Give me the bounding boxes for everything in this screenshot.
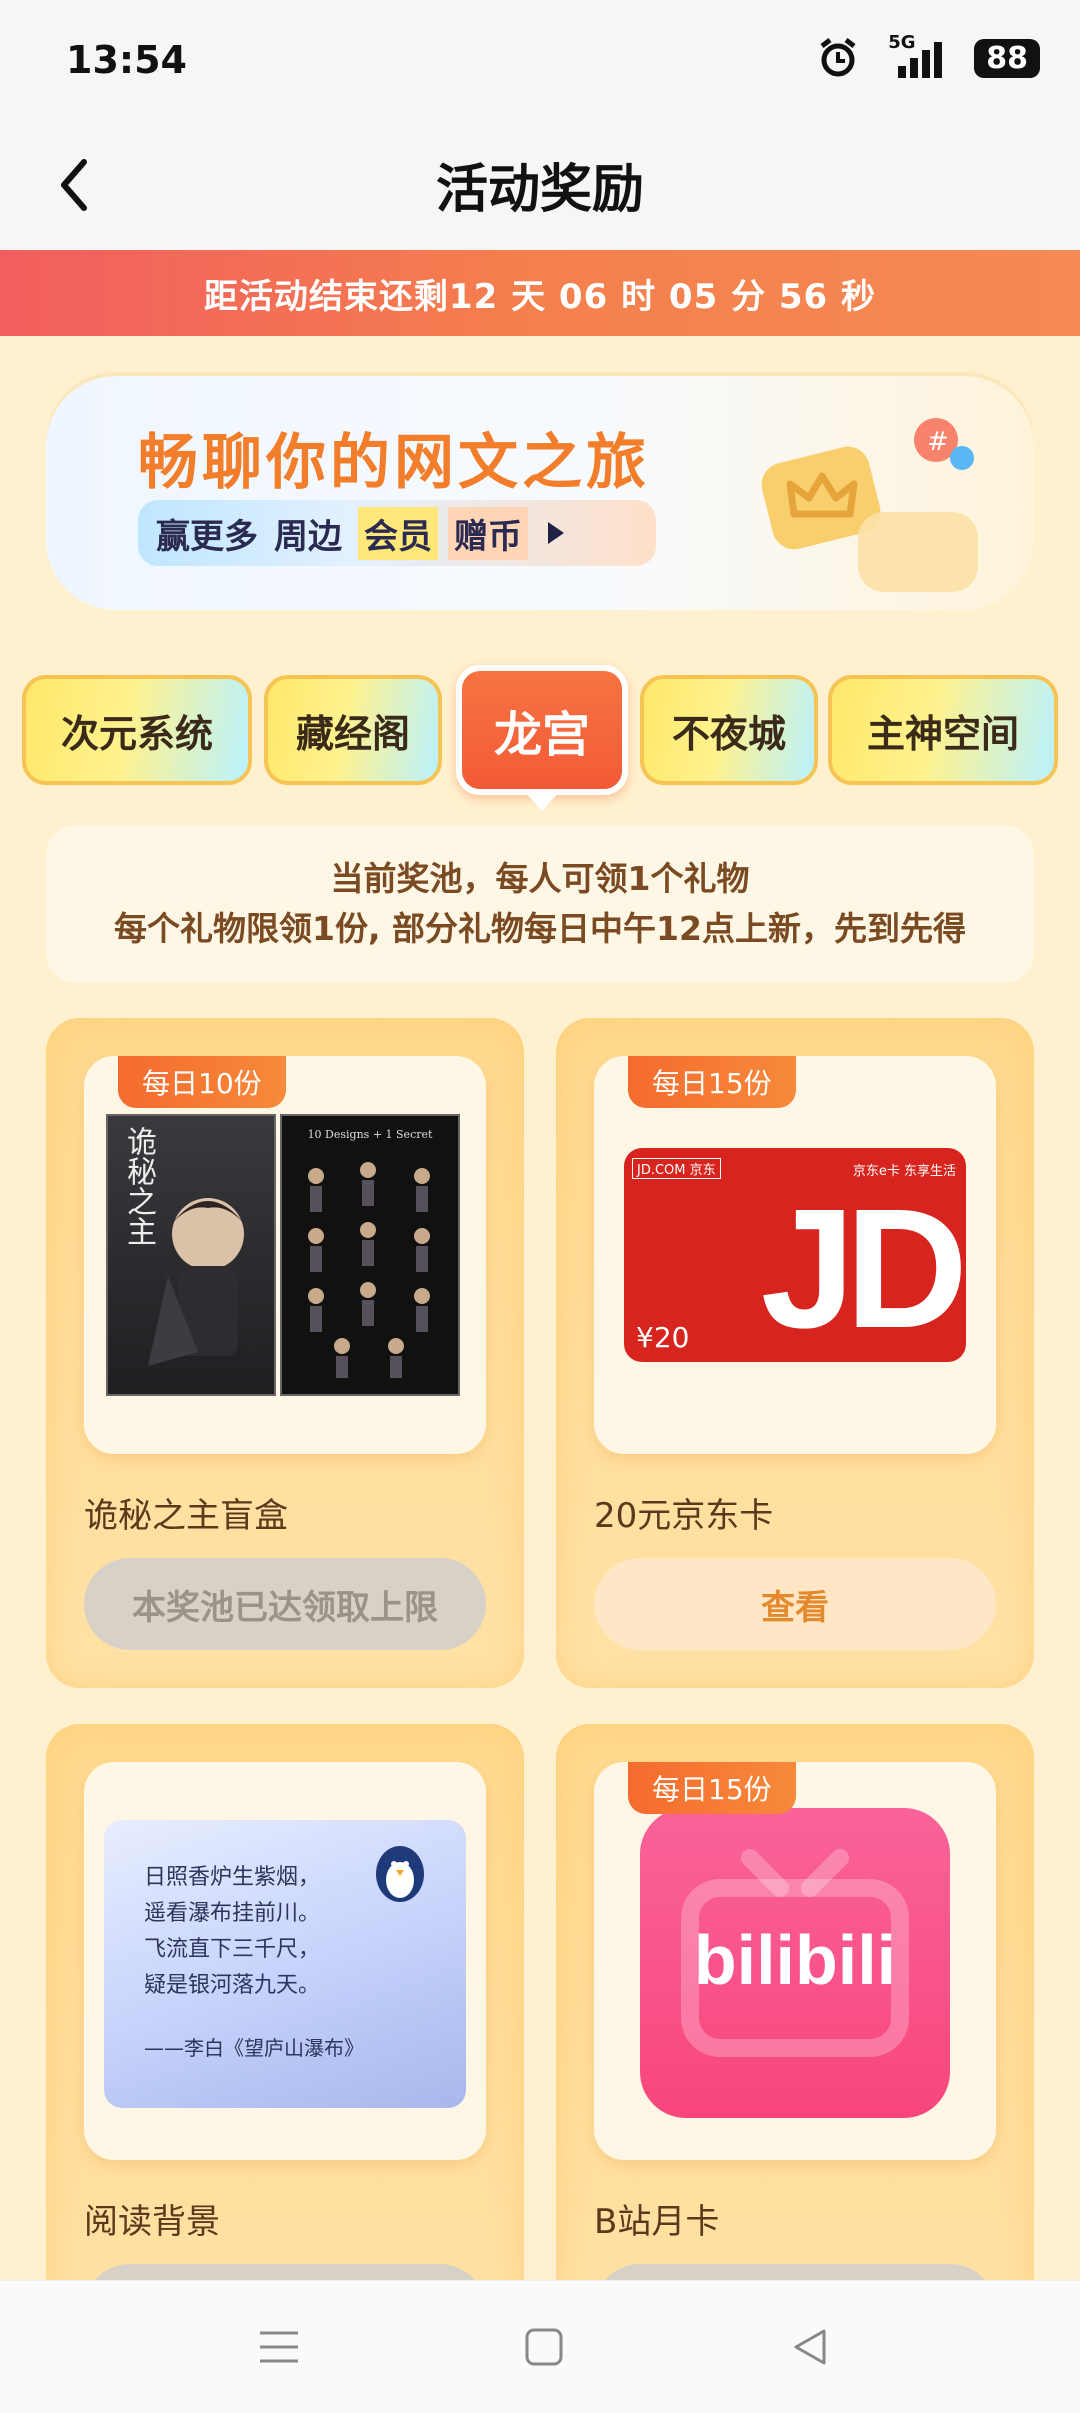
status-icons: 5G 88 bbox=[816, 32, 1040, 80]
notice-line-1: 当前奖池，每人可领1个礼物 bbox=[330, 859, 750, 898]
battery-indicator: 88 bbox=[974, 38, 1040, 78]
hashtag-sticker-icon: # bbox=[914, 418, 974, 470]
daily-quota-badge: 每日15份 bbox=[628, 1762, 796, 1814]
status-bar: 13:54 5G 88 bbox=[0, 0, 1080, 125]
gift-name: 阅读背景 bbox=[84, 2202, 220, 2242]
view-button[interactable]: 查看 bbox=[594, 1558, 996, 1650]
play-icon bbox=[548, 522, 564, 544]
bilibili-logo-text: bilibili bbox=[693, 1921, 897, 1999]
reward-pool-tabs: 次元系统 藏经阁 龙宫 不夜城 主神空间 bbox=[22, 665, 1062, 825]
chat-bubble-sticker-icon bbox=[858, 512, 978, 592]
gift-image: JD.COM 京东 京东e卡 东享生活 JD ¥20 bbox=[594, 1056, 996, 1454]
notice-line-2: 每个礼物限领1份, 部分礼物每日中午12点上新，先到先得 bbox=[114, 909, 966, 948]
gift-name: 20元京东卡 bbox=[594, 1496, 774, 1536]
svg-text:#: # bbox=[927, 427, 949, 457]
signal-icon: 5G bbox=[880, 32, 954, 80]
poem-background: 日照香炉生紫烟， 遥看瀑布挂前川。 飞流直下三千尺， 疑是银河落九天。 ——李白… bbox=[104, 1820, 466, 2108]
network-type: 5G bbox=[888, 32, 916, 53]
banner-tag-merch: 周边 bbox=[274, 516, 342, 557]
penguin-illustration bbox=[376, 1846, 424, 1902]
gift-image: 诡秘之主 10 Designs + 1 Secret bbox=[84, 1056, 486, 1454]
claim-limit-button[interactable]: 本奖池已达领取上限 bbox=[84, 1558, 486, 1650]
alarm-icon bbox=[820, 38, 856, 77]
figures-grid-illustration bbox=[308, 1162, 430, 1378]
gift-name: B站月卡 bbox=[594, 2202, 720, 2242]
top-app-bar: 活动奖励 bbox=[0, 125, 1080, 250]
home-icon[interactable] bbox=[524, 2327, 564, 2367]
poem-text: 日照香炉生紫烟， 遥看瀑布挂前川。 飞流直下三千尺， 疑是银河落九天。 bbox=[144, 1860, 320, 2004]
promo-banner[interactable]: 畅聊你的网文之旅 赢更多 周边 会员 赠币 # bbox=[46, 372, 1034, 610]
tab-cangjingge[interactable]: 藏经阁 bbox=[264, 675, 442, 785]
blind-box-front: 诡秘之主 bbox=[106, 1114, 276, 1396]
bilibili-logo: bilibili bbox=[640, 1808, 950, 2118]
poem-line-2: 遥看瀑布挂前川。 bbox=[144, 1901, 321, 1926]
pool-notice: 当前奖池，每人可领1个礼物 每个礼物限领1份, 部分礼物每日中午12点上新，先到… bbox=[46, 825, 1034, 983]
gift-card-blind-box[interactable]: 诡秘之主 10 Designs + 1 Secret 每日10份 诡秘之主盲盒 … bbox=[46, 1018, 524, 1688]
status-time: 13:54 bbox=[66, 38, 187, 82]
tab-longgong[interactable]: 龙宫 bbox=[456, 665, 628, 811]
figure-illustration bbox=[148, 1198, 246, 1366]
jd-card-value: ¥20 bbox=[636, 1321, 690, 1354]
tab-buyecheng[interactable]: 不夜城 bbox=[640, 675, 818, 785]
tab-zhushen-space[interactable]: 主神空间 bbox=[828, 675, 1058, 785]
gift-image: bilibili bbox=[594, 1762, 996, 2160]
daily-quota-badge: 每日15份 bbox=[628, 1056, 796, 1108]
gift-name: 诡秘之主盲盒 bbox=[84, 1496, 288, 1536]
banner-prefix: 赢更多 bbox=[156, 516, 258, 557]
daily-quota-badge: 每日10份 bbox=[118, 1056, 286, 1108]
banner-tag-vip: 会员 bbox=[358, 506, 438, 560]
menu-icon[interactable] bbox=[258, 2327, 300, 2367]
banner-subtitle: 赢更多 周边 会员 赠币 bbox=[138, 500, 656, 566]
jd-logo: JD bbox=[760, 1174, 966, 1362]
system-nav-bar bbox=[0, 2280, 1080, 2413]
jd-card: JD.COM 京东 京东e卡 东享生活 JD ¥20 bbox=[624, 1148, 966, 1362]
blind-box-caption: 10 Designs + 1 Secret bbox=[307, 1128, 433, 1141]
poem-line-3: 飞流直下三千尺， bbox=[144, 1937, 321, 1962]
blind-box-back: 10 Designs + 1 Secret bbox=[280, 1114, 460, 1396]
poem-author: ——李白《望庐山瀑布》 bbox=[144, 2036, 364, 2060]
banner-title: 畅聊你的网文之旅 bbox=[138, 428, 650, 498]
page-title: 活动奖励 bbox=[435, 160, 644, 220]
gift-image: 日照香炉生紫烟， 遥看瀑布挂前川。 飞流直下三千尺， 疑是银河落九天。 ——李白… bbox=[84, 1762, 486, 2160]
back-nav-icon[interactable] bbox=[790, 2327, 830, 2367]
jd-card-brand: JD.COM 京东 bbox=[632, 1158, 721, 1179]
tab-ciyuan-system[interactable]: 次元系统 bbox=[22, 675, 252, 785]
poem-line-4: 疑是银河落九天。 bbox=[144, 1973, 321, 1998]
countdown-bar: 距活动结束还剩12 天 06 时 05 分 56 秒 bbox=[0, 250, 1080, 336]
gift-card-jd[interactable]: JD.COM 京东 京东e卡 东享生活 JD ¥20 每日15份 20元京东卡 … bbox=[556, 1018, 1034, 1688]
banner-tag-coins: 赠币 bbox=[448, 506, 528, 560]
poem-line-1: 日照香炉生紫烟， bbox=[144, 1865, 321, 1890]
